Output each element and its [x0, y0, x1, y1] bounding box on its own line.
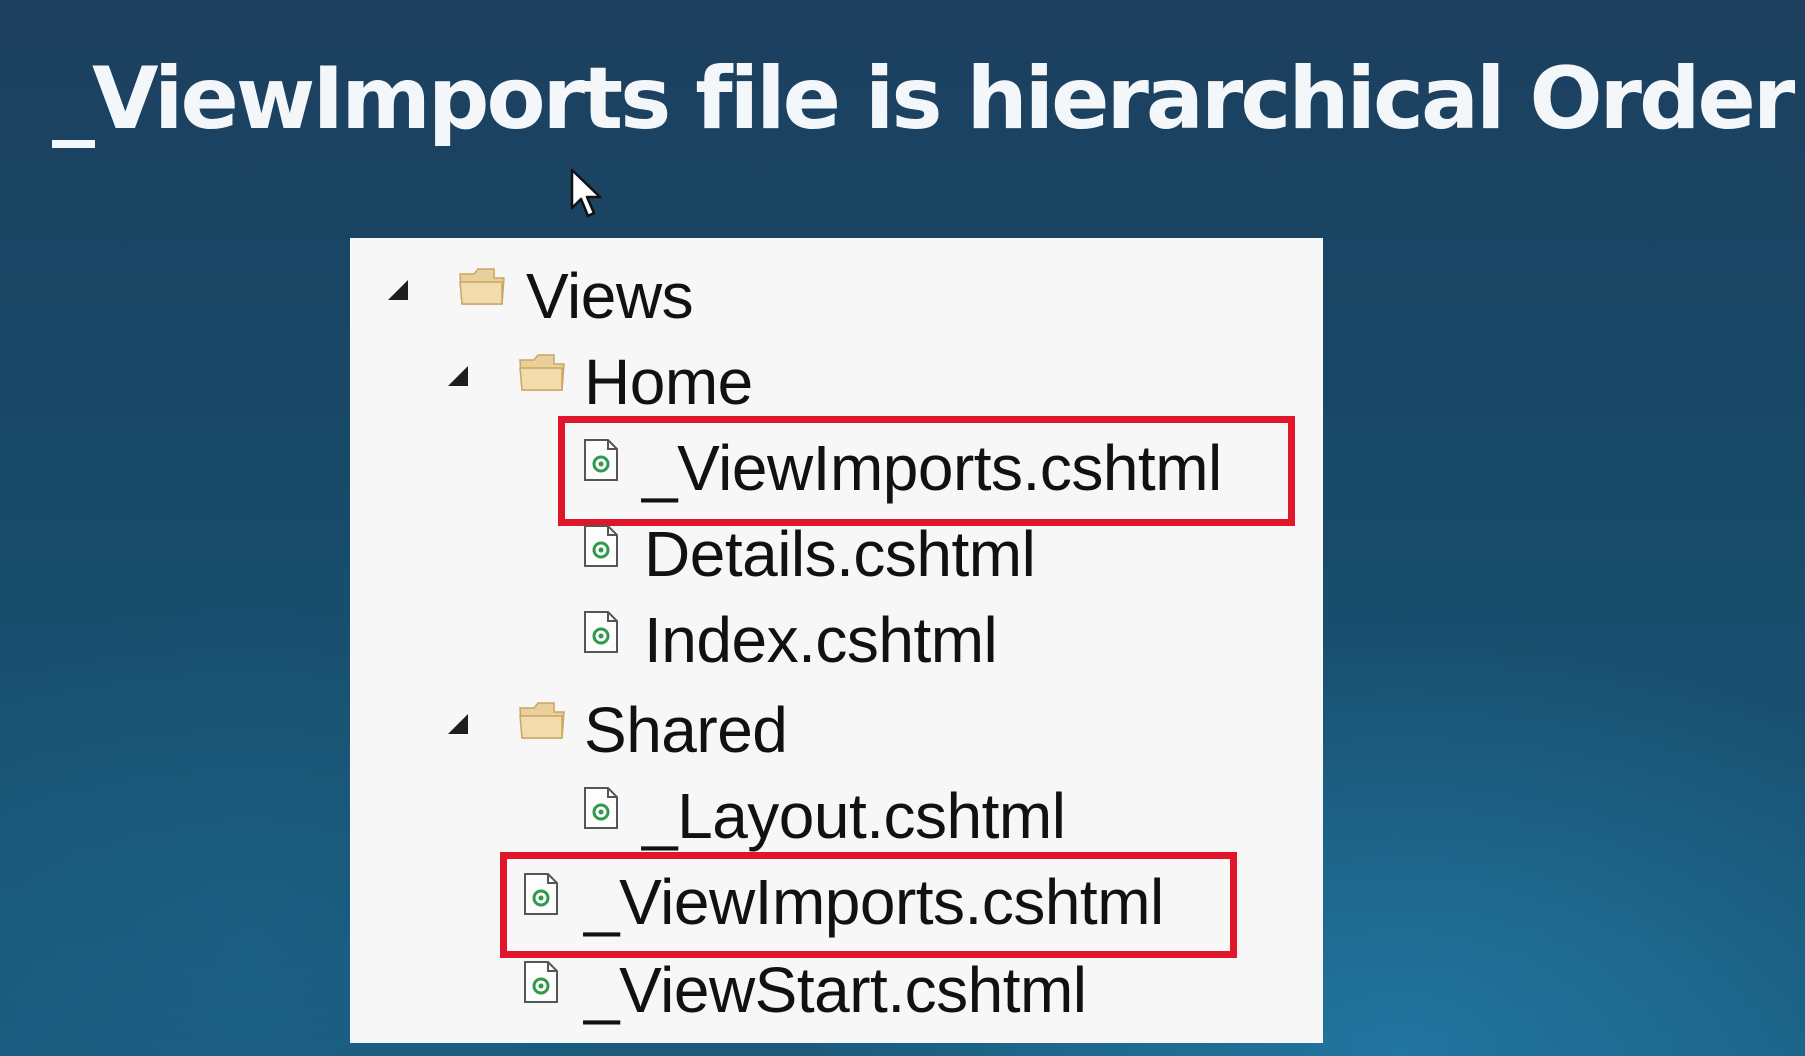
collapse-triangle-icon[interactable] — [388, 280, 408, 300]
tree-label-details: Details.cshtml — [644, 518, 1036, 590]
tree-label-viewstart: _ViewStart.cshtml — [584, 954, 1087, 1026]
cshtml-file-icon — [584, 525, 618, 567]
cshtml-file-icon — [584, 439, 618, 481]
tree-label-views: Views — [526, 260, 694, 332]
tree-label-views-viewimports: _ViewImports.cshtml — [584, 866, 1164, 938]
cshtml-file-icon — [524, 961, 558, 1003]
folder-icon — [459, 268, 505, 305]
tree-label-home: Home — [584, 346, 753, 418]
tree-label-shared: Shared — [584, 694, 788, 766]
mouse-pointer-icon — [570, 168, 602, 218]
collapse-triangle-icon[interactable] — [448, 366, 468, 386]
folder-icon — [519, 702, 565, 739]
collapse-triangle-icon[interactable] — [448, 714, 468, 734]
cshtml-file-icon — [524, 873, 558, 915]
tree-label-home-viewimports: _ViewImports.cshtml — [642, 432, 1222, 504]
folder-icon — [519, 354, 565, 391]
tree-label-index: Index.cshtml — [644, 604, 998, 676]
solution-explorer-tree: Views Home _ViewImports.cshtml Details.c… — [350, 238, 1323, 1043]
tree-label-layout: _Layout.cshtml — [642, 780, 1066, 852]
cshtml-file-icon — [584, 611, 618, 653]
cshtml-file-icon — [584, 787, 618, 829]
slide-title: _ViewImports file is hierarchical Order — [52, 49, 1795, 149]
